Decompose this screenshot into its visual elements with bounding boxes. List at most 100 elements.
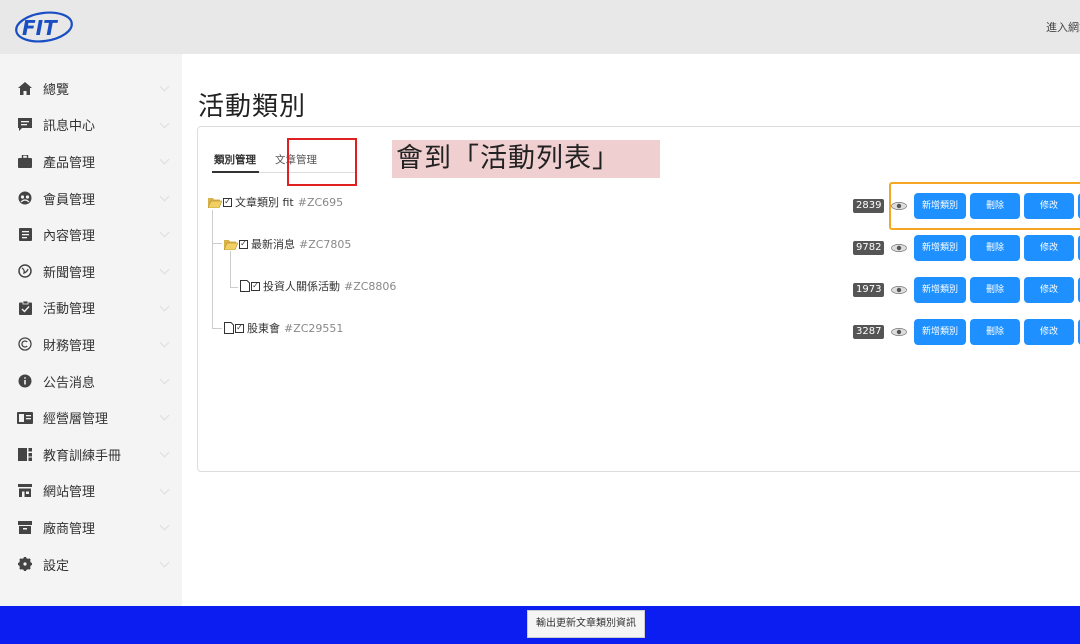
sidebar-item-vendors[interactable]: 廠商管理 — [0, 509, 182, 546]
delete-button[interactable]: 刪除 — [970, 235, 1020, 261]
gear-icon — [17, 556, 33, 572]
sidebar-item-announcements[interactable]: 公告消息 — [0, 363, 182, 400]
highlight-box-orange — [889, 182, 1080, 230]
folder-open-icon — [208, 197, 222, 208]
node-checkbox[interactable]: ✓ — [251, 281, 260, 291]
tree-connector — [230, 251, 231, 287]
node-label: 最新消息 — [251, 238, 295, 251]
chevron-down-icon — [159, 118, 170, 129]
tree-node[interactable]: ✓ 最新消息 #ZC7805 — [224, 236, 351, 252]
delete-button[interactable]: 刪除 — [970, 277, 1020, 303]
file-icon — [224, 322, 234, 334]
node-code: #ZC695 — [297, 195, 344, 209]
sidebar-item-label: 經營層管理 — [43, 412, 109, 428]
sidebar-item-messages[interactable]: 訊息中心 — [0, 107, 182, 144]
sidebar-item-label: 公告消息 — [43, 375, 96, 391]
store-icon — [17, 483, 33, 499]
enter-website-link[interactable]: 進入網站 — [1046, 19, 1080, 35]
members-icon — [17, 190, 33, 206]
edit-button[interactable]: 修改 — [1024, 319, 1074, 345]
node-checkbox[interactable]: ✓ — [223, 197, 232, 207]
copyright-icon — [17, 336, 33, 352]
sidebar-item-label: 教育訓練手冊 — [43, 448, 122, 464]
node-code: #ZC7805 — [299, 237, 352, 251]
chevron-down-icon — [159, 81, 170, 92]
node-checkbox[interactable]: ✓ — [235, 323, 244, 333]
globe-icon — [17, 263, 33, 279]
add-category-button[interactable]: 新增類別 — [914, 235, 966, 261]
tree-connector — [212, 210, 213, 328]
view-count-badge: 9782 — [853, 241, 885, 255]
tree-connector — [212, 243, 222, 244]
sidebar-item-label: 訊息中心 — [43, 119, 96, 135]
profile-card-icon — [17, 410, 33, 426]
view-count-badge: 2839 — [853, 199, 885, 213]
edit-button[interactable]: 修改 — [1024, 235, 1074, 261]
highlight-box-red — [287, 138, 357, 186]
tab-category-management[interactable]: 類別管理 — [212, 149, 259, 173]
sidebar-item-finance[interactable]: 財務管理 — [0, 326, 182, 363]
sidebar-item-label: 網站管理 — [43, 485, 96, 501]
document-icon — [17, 227, 33, 243]
sidebar-item-events[interactable]: 活動管理 — [0, 290, 182, 327]
annotation-note: 會到「活動列表」 — [392, 140, 660, 178]
chevron-down-icon — [159, 264, 170, 275]
sidebar: 總覽 訊息中心 產品管理 會員管理 內容管理 新聞管理 活動管理 財務管理 公告 — [0, 54, 182, 606]
node-code: #ZC29551 — [284, 321, 344, 335]
sidebar-item-label: 廠商管理 — [43, 521, 96, 537]
eye-icon[interactable] — [891, 244, 907, 252]
fit-logo[interactable]: FIT — [14, 10, 74, 44]
archive-icon — [17, 519, 33, 535]
sidebar-item-label: 會員管理 — [43, 192, 96, 208]
sidebar-item-products[interactable]: 產品管理 — [0, 143, 182, 180]
export-category-info-button[interactable]: 輸出更新文章類別資訊 — [527, 610, 645, 638]
view-count-badge: 1973 — [853, 283, 885, 297]
eye-icon[interactable] — [891, 286, 907, 294]
clipboard-icon — [17, 300, 33, 316]
sidebar-item-overview[interactable]: 總覽 — [0, 70, 182, 107]
chevron-down-icon — [159, 447, 170, 458]
tree-connector — [230, 287, 238, 288]
view-count-badge: 3287 — [853, 325, 885, 339]
sidebar-item-news[interactable]: 新聞管理 — [0, 253, 182, 290]
node-label: 投資人關係活動 — [263, 280, 340, 293]
sidebar-item-label: 活動管理 — [43, 302, 96, 318]
sidebar-item-website[interactable]: 網站管理 — [0, 473, 182, 510]
tree-node[interactable]: ✓ 投資人關係活動 #ZC8806 — [240, 278, 396, 294]
add-category-button[interactable]: 新增類別 — [914, 319, 966, 345]
chevron-down-icon — [159, 520, 170, 531]
add-category-button[interactable]: 新增類別 — [914, 277, 966, 303]
sidebar-item-training[interactable]: 教育訓練手冊 — [0, 436, 182, 473]
sidebar-item-settings[interactable]: 設定 — [0, 546, 182, 583]
briefcase-icon — [17, 153, 33, 169]
page-title: 活動類別 — [198, 92, 307, 122]
tree-connector — [212, 328, 222, 329]
footer-bar: 輸出更新文章類別資訊 — [0, 606, 1080, 644]
node-code: #ZC8806 — [344, 279, 397, 293]
sidebar-item-members[interactable]: 會員管理 — [0, 180, 182, 217]
eye-icon[interactable] — [891, 328, 907, 336]
chevron-down-icon — [159, 410, 170, 421]
sidebar-item-management[interactable]: 經營層管理 — [0, 399, 182, 436]
folder-open-icon — [224, 239, 238, 250]
sidebar-item-label: 總覽 — [43, 82, 70, 98]
tree-node[interactable]: ✓ 文章類別 fit #ZC695 — [208, 194, 343, 210]
sidebar-item-label: 新聞管理 — [43, 265, 96, 281]
chevron-down-icon — [159, 154, 170, 165]
tree-node[interactable]: ✓ 股東會 #ZC29551 — [224, 320, 343, 336]
chevron-down-icon — [159, 337, 170, 348]
edit-button[interactable]: 修改 — [1024, 277, 1074, 303]
chevron-down-icon — [159, 484, 170, 494]
sidebar-item-label: 設定 — [43, 558, 70, 574]
node-checkbox[interactable]: ✓ — [239, 239, 248, 249]
chevron-down-icon — [159, 557, 170, 568]
delete-button[interactable]: 刪除 — [970, 319, 1020, 345]
node-label: 股東會 — [247, 322, 280, 335]
sidebar-item-content[interactable]: 內容管理 — [0, 216, 182, 253]
chevron-down-icon — [159, 227, 170, 238]
sidebar-item-label: 產品管理 — [43, 155, 96, 171]
svg-text:FIT: FIT — [22, 16, 58, 40]
home-icon — [17, 80, 33, 96]
chevron-down-icon — [159, 374, 170, 385]
message-icon — [17, 117, 33, 133]
